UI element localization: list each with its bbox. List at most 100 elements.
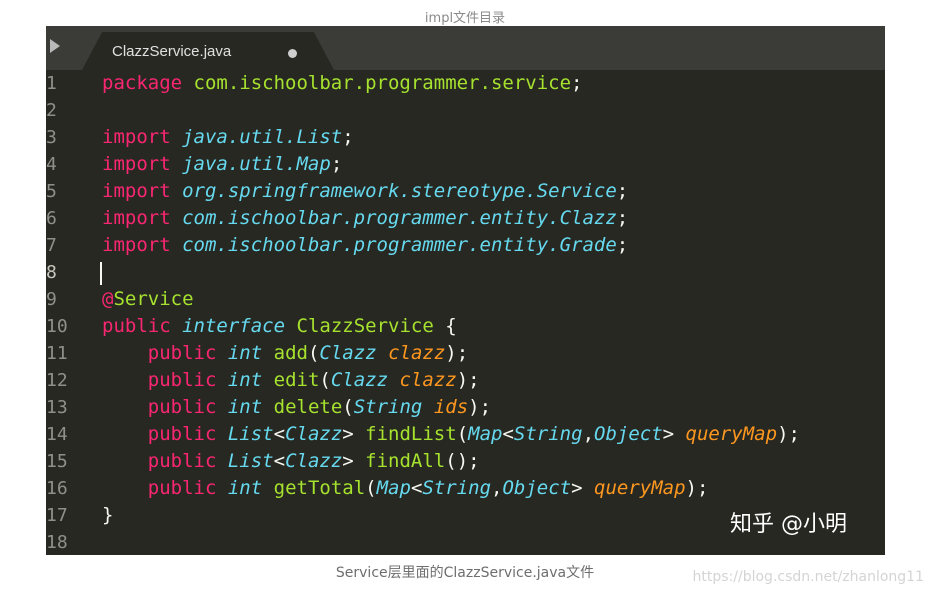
code-line[interactable]: 2 xyxy=(46,97,885,124)
code-token: > xyxy=(571,477,595,499)
line-number: 9 xyxy=(46,289,57,310)
code-token: public xyxy=(147,369,217,391)
code-line[interactable]: 16 public int getTotal(Map<String,Object… xyxy=(46,475,885,502)
code-token: int xyxy=(227,396,263,418)
code-line[interactable]: 1 package com.ischoolbar.programmer.servi… xyxy=(46,70,885,97)
code-token: ); xyxy=(456,369,480,391)
code-text: public int add(Clazz clazz); xyxy=(102,340,468,367)
zhihu-watermark: 知乎 @小明 xyxy=(730,512,847,537)
code-token: String xyxy=(422,477,492,499)
line-number: 15 xyxy=(46,451,68,472)
code-line[interactable]: 12 public int edit(Clazz clazz); xyxy=(46,367,885,394)
code-token: Clazz xyxy=(319,342,377,364)
code-text: @Service xyxy=(102,286,194,313)
code-token: org.springframework.stereotype.Service xyxy=(182,180,617,202)
code-text: public List<Clazz> findList(Map<String,O… xyxy=(102,421,800,448)
line-number: 10 xyxy=(46,316,68,337)
code-token: import xyxy=(102,234,171,256)
line-number: 7 xyxy=(46,235,57,256)
code-token: ids xyxy=(433,396,469,418)
line-number: 17 xyxy=(46,505,68,526)
code-line[interactable]: 7 import com.ischoolbar.programmer.entity… xyxy=(46,232,885,259)
code-token: < xyxy=(273,423,286,445)
code-area[interactable]: 1 package com.ischoolbar.programmer.servi… xyxy=(46,70,885,555)
code-line[interactable]: 8 xyxy=(46,259,885,286)
code-token: clazz xyxy=(399,369,457,391)
line-number: 11 xyxy=(46,343,68,364)
code-token: @ xyxy=(102,288,114,310)
sidebar-toggle-icon[interactable] xyxy=(50,39,60,53)
code-token: ( xyxy=(365,477,377,499)
code-token: public xyxy=(147,450,217,472)
code-token: ( xyxy=(307,342,320,364)
code-token: int xyxy=(227,369,263,391)
code-token: } xyxy=(102,504,114,526)
code-line[interactable]: 5 import org.springframework.stereotype.S… xyxy=(46,178,885,205)
code-token: ); xyxy=(685,477,709,499)
code-token: com.ischoolbar.programmer.entity.Clazz xyxy=(182,207,617,229)
code-token: queryMap xyxy=(594,477,686,499)
code-token: public xyxy=(147,342,217,364)
unsaved-dot-icon[interactable] xyxy=(288,49,297,58)
code-token: import xyxy=(102,153,171,175)
code-text: package com.ischoolbar.programmer.servic… xyxy=(102,70,582,97)
line-number: 2 xyxy=(46,100,57,121)
code-line[interactable]: 13 public int delete(String ids); xyxy=(46,394,885,421)
code-token: java.util.List xyxy=(182,126,343,148)
line-number: 14 xyxy=(46,424,68,445)
code-token: com.ischoolbar.programmer.entity.Grade xyxy=(182,234,617,256)
code-token: Map xyxy=(376,477,411,499)
code-token: Clazz xyxy=(285,450,343,472)
code-token: ); xyxy=(445,342,469,364)
code-token: interface xyxy=(182,315,286,337)
line-number: 6 xyxy=(46,208,57,229)
tab-clazzservice[interactable]: ClazzService.java xyxy=(82,32,334,70)
code-line[interactable]: 15 public List<Clazz> findAll(); xyxy=(46,448,885,475)
code-token: , xyxy=(491,477,503,499)
code-line[interactable]: 6 import com.ischoolbar.programmer.entity… xyxy=(46,205,885,232)
code-line[interactable]: 4 import java.util.Map; xyxy=(46,151,885,178)
code-token: findList xyxy=(365,423,457,445)
code-token: ); xyxy=(468,396,492,418)
code-token: public xyxy=(147,396,217,418)
line-number: 16 xyxy=(46,478,68,499)
code-token: ; xyxy=(616,180,629,202)
code-line[interactable]: 10 public interface ClazzService { xyxy=(46,313,885,340)
line-number: 18 xyxy=(46,532,68,553)
code-token: Clazz xyxy=(285,423,343,445)
code-token: Clazz xyxy=(330,369,389,391)
code-line[interactable]: 11 public int add(Clazz clazz); xyxy=(46,340,885,367)
code-line[interactable]: 14 public List<Clazz> findList(Map<Strin… xyxy=(46,421,885,448)
code-token: delete xyxy=(273,396,343,418)
code-token: String xyxy=(353,396,423,418)
code-token: findAll xyxy=(365,450,446,472)
code-token: ); xyxy=(777,423,800,445)
code-token: Object xyxy=(502,477,572,499)
code-line[interactable]: 9 @Service xyxy=(46,286,885,313)
code-editor[interactable]: ClazzService.java 1 package com.ischoolba… xyxy=(46,26,885,555)
code-line[interactable]: 3 import java.util.List; xyxy=(46,124,885,151)
code-text: } xyxy=(102,502,113,529)
tab-filename: ClazzService.java xyxy=(112,43,232,60)
code-token: > xyxy=(662,423,686,445)
code-token: List xyxy=(227,450,274,472)
code-token: (); xyxy=(445,450,480,472)
code-text: public List<Clazz> findAll(); xyxy=(102,448,480,475)
code-token: ; xyxy=(571,72,583,94)
code-text: import com.ischoolbar.programmer.entity.… xyxy=(102,205,628,232)
